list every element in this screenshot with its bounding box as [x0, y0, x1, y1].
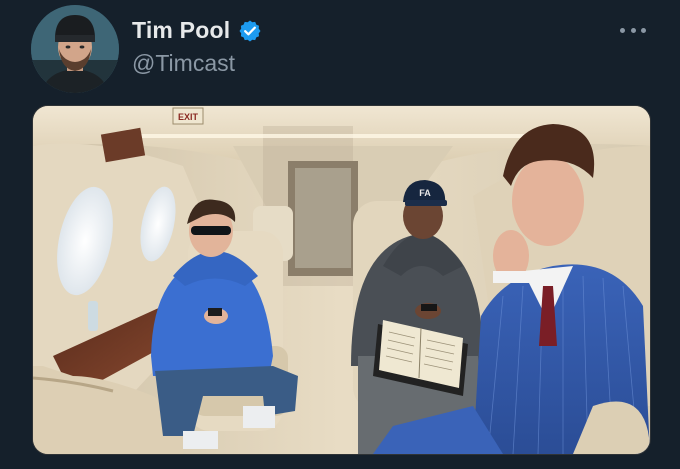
tweet-card: Tim Pool @Timcast EXIT FA	[0, 0, 680, 469]
author-handle[interactable]: @Timcast	[132, 50, 235, 77]
more-dot	[630, 27, 636, 33]
more-options-icon[interactable]	[620, 20, 646, 40]
more-dot	[620, 27, 625, 33]
jet-cabin-photo: EXIT FA	[33, 106, 650, 454]
tweet-photo[interactable]: EXIT FA	[32, 105, 651, 455]
display-name[interactable]: Tim Pool	[132, 17, 230, 44]
avatar-photo	[31, 5, 119, 93]
exit-sign-text: EXIT	[178, 112, 199, 122]
verified-badge-icon	[239, 20, 261, 41]
author-name-row: Tim Pool	[132, 17, 262, 44]
cap-logo-text: FA	[419, 188, 431, 198]
more-dot	[641, 27, 646, 33]
avatar[interactable]	[31, 5, 119, 93]
